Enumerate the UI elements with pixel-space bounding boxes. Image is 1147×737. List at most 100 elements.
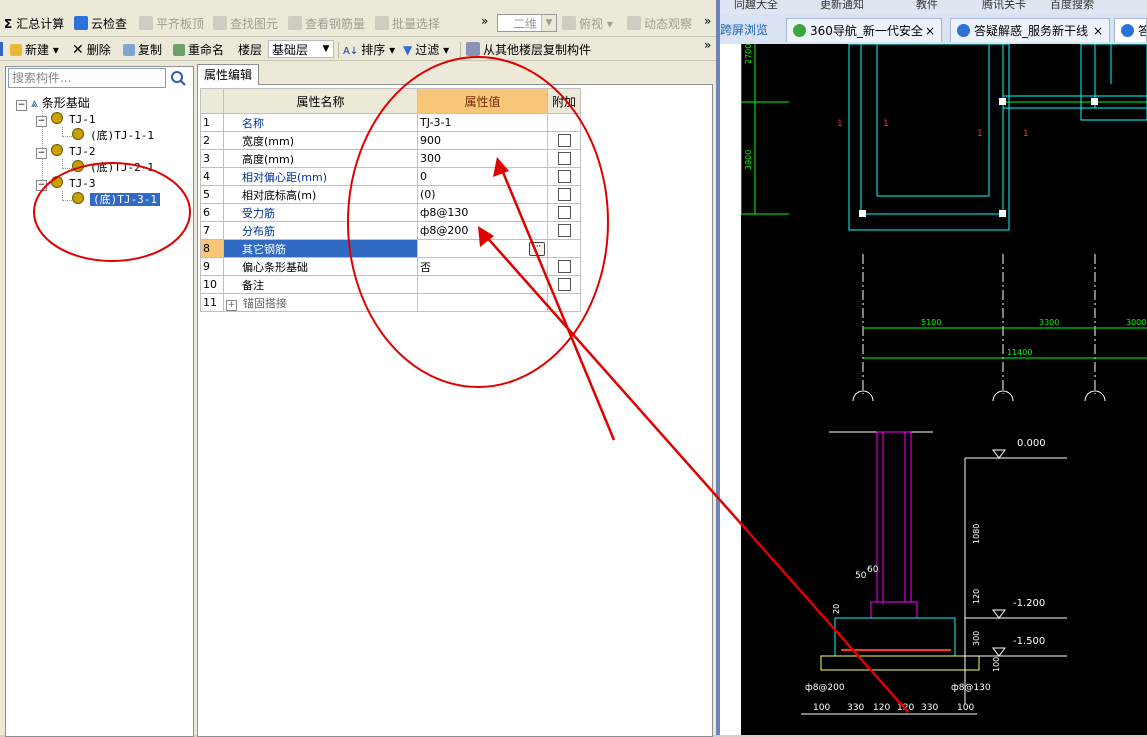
bookmark-item[interactable]: 同趣大全 bbox=[734, 0, 778, 12]
dynamic-observe-button[interactable]: 动态观察 bbox=[627, 15, 692, 33]
gear-icon bbox=[51, 112, 63, 124]
property-value[interactable]: ф8@200 bbox=[417, 221, 548, 240]
tree-line bbox=[62, 168, 72, 169]
bookmark-item[interactable]: 腾讯关卡 bbox=[982, 0, 1026, 12]
software-window: Σ 汇总计算 云检查 平齐板顶 查找图元 查看钢筋量 批量选择 » 二维 ▼ 俯视 … bbox=[0, 0, 716, 737]
close-icon[interactable]: × bbox=[925, 19, 935, 42]
extra-checkbox[interactable] bbox=[557, 134, 571, 148]
binoculars-icon bbox=[213, 16, 227, 30]
tree-child-tj3-1[interactable]: (底)TJ-3-1 bbox=[72, 192, 160, 208]
tree-line bbox=[62, 127, 63, 136]
tree-line bbox=[62, 191, 63, 200]
collapse-icon[interactable]: − bbox=[36, 148, 47, 159]
table-row[interactable]: 10 备注 bbox=[200, 275, 581, 294]
tree-child-tj2-1[interactable]: (底)TJ-2-1 bbox=[72, 160, 154, 176]
table-row-selected[interactable]: 8 其它钢筋 ··· bbox=[200, 239, 581, 258]
find-element-label: 查找图元 bbox=[230, 17, 279, 31]
copy-from-floor-button[interactable]: 从其他楼层复制构件 bbox=[466, 41, 591, 59]
browser-tab-active[interactable]: 答 bbox=[1114, 18, 1147, 42]
property-value[interactable]: (0) bbox=[417, 185, 548, 204]
browser-tab-answers[interactable]: 答疑解惑_服务新干线 × bbox=[950, 18, 1110, 42]
tree-child-tj1-1[interactable]: (底)TJ-1-1 bbox=[72, 128, 154, 144]
copy-from-floor-label: 从其他楼层复制构件 bbox=[483, 43, 592, 57]
toolbar2-overflow-button[interactable]: » bbox=[704, 36, 711, 54]
extra-checkbox[interactable] bbox=[557, 278, 571, 292]
tree-item-tj1[interactable]: − TJ-1 bbox=[36, 112, 96, 128]
new-button[interactable]: 新建 ▾ bbox=[10, 41, 59, 59]
cross-screen-browse-button[interactable]: 跨屏浏览 bbox=[720, 18, 782, 42]
property-value[interactable] bbox=[417, 293, 548, 312]
extra-checkbox[interactable] bbox=[557, 188, 571, 202]
table-row[interactable]: 9 偏心条形基础 否 bbox=[200, 257, 581, 276]
browser-tab-label: 答疑解惑_服务新干线 bbox=[974, 24, 1089, 38]
property-value[interactable]: 300 bbox=[417, 149, 548, 168]
table-row[interactable]: 1 名称 TJ-3-1 bbox=[200, 113, 581, 132]
property-value[interactable]: 否 bbox=[417, 257, 548, 276]
bookmark-item[interactable]: 教件 bbox=[916, 0, 938, 12]
dim-label: 20 bbox=[832, 604, 841, 614]
page-margin bbox=[720, 44, 741, 735]
property-value[interactable]: TJ-3-1 bbox=[417, 113, 548, 132]
property-value[interactable]: ф8@130 bbox=[417, 203, 548, 222]
copy-button[interactable]: 复制 bbox=[123, 41, 162, 59]
gear-icon bbox=[72, 160, 84, 172]
ellipsis-button[interactable]: ··· bbox=[529, 241, 545, 256]
tree-item-tj2[interactable]: − TJ-2 bbox=[36, 144, 96, 160]
level-slab-button[interactable]: 平齐板顶 bbox=[139, 15, 204, 33]
collapse-icon[interactable]: − bbox=[36, 180, 47, 191]
floor-select[interactable]: 基础层 ▼ bbox=[268, 40, 334, 58]
extra-cell bbox=[547, 185, 581, 204]
toolbar-main: Σ 汇总计算 云检查 平齐板顶 查找图元 查看钢筋量 批量选择 » 二维 ▼ 俯视 … bbox=[0, 12, 716, 37]
property-value[interactable] bbox=[417, 275, 548, 294]
view-mode-select[interactable]: 二维 ▼ bbox=[497, 14, 557, 32]
table-row[interactable]: 3 高度(mm) 300 bbox=[200, 149, 581, 168]
property-name: 锚固搭接 bbox=[243, 296, 287, 310]
bookmark-item[interactable]: 更新通知 bbox=[820, 0, 864, 12]
property-name-group[interactable]: + 锚固搭接 bbox=[223, 293, 418, 312]
batch-select-button[interactable]: 批量选择 bbox=[375, 15, 440, 33]
browser-tab-360[interactable]: 360导航_新一代安全 × bbox=[786, 18, 942, 42]
collapse-icon[interactable]: − bbox=[36, 116, 47, 127]
find-element-button[interactable]: 查找图元 bbox=[213, 15, 278, 33]
filter-button[interactable]: ▼ 过滤 ▾ bbox=[403, 41, 449, 59]
table-row[interactable]: 6 受力筋 ф8@130 bbox=[200, 203, 581, 222]
table-row[interactable]: 5 相对底标高(m) (0) bbox=[200, 185, 581, 204]
property-value[interactable]: 900 bbox=[417, 131, 548, 150]
axis-bubble bbox=[1084, 390, 1106, 402]
top-view-button[interactable]: 俯视 ▾ bbox=[562, 15, 613, 33]
tree-item-tj3[interactable]: − TJ-3 bbox=[36, 176, 96, 192]
view-rebar-button[interactable]: 查看钢筋量 bbox=[288, 15, 365, 33]
expand-icon[interactable]: + bbox=[226, 299, 237, 311]
rename-button[interactable]: 重命名 bbox=[173, 41, 224, 59]
bookmark-item[interactable]: 百度搜索 bbox=[1050, 0, 1094, 12]
column-mark bbox=[999, 210, 1006, 217]
close-icon[interactable]: × bbox=[1093, 19, 1103, 42]
extra-checkbox[interactable] bbox=[557, 206, 571, 220]
table-row[interactable]: 11 + 锚固搭接 bbox=[200, 293, 581, 312]
tab-property-edit[interactable]: 属性编辑 bbox=[197, 64, 259, 85]
dim-label: 11400 bbox=[1007, 348, 1032, 357]
table-row[interactable]: 4 相对偏心距(mm) 0 bbox=[200, 167, 581, 186]
extra-checkbox[interactable] bbox=[557, 224, 571, 238]
tree-root[interactable]: − ⩓ 条形基础 bbox=[16, 95, 90, 111]
extra-checkbox[interactable] bbox=[557, 260, 571, 274]
extra-checkbox[interactable] bbox=[557, 152, 571, 166]
table-row[interactable]: 2 宽度(mm) 900 bbox=[200, 131, 581, 150]
elev-symbol bbox=[992, 647, 1006, 657]
floor-value: 基础层 bbox=[272, 43, 309, 57]
search-input[interactable]: 搜索构件... bbox=[8, 68, 166, 88]
property-value-editor[interactable]: ··· bbox=[417, 239, 548, 258]
batch-select-label: 批量选择 bbox=[392, 17, 441, 31]
extra-checkbox[interactable] bbox=[557, 170, 571, 184]
collapse-icon[interactable]: − bbox=[16, 100, 27, 111]
toolbar1-overflow-button[interactable]: » bbox=[481, 12, 488, 30]
cloud-check-button[interactable]: 云检查 bbox=[74, 15, 127, 33]
property-name: 名称 bbox=[223, 113, 418, 132]
delete-button[interactable]: ✕ 删除 bbox=[72, 41, 111, 59]
property-value[interactable]: 0 bbox=[417, 167, 548, 186]
search-button[interactable] bbox=[168, 68, 188, 88]
table-row[interactable]: 7 分布筋 ф8@200 bbox=[200, 221, 581, 240]
sum-button[interactable]: Σ 汇总计算 bbox=[4, 15, 64, 33]
toolbar1-overflow-right[interactable]: » bbox=[704, 12, 711, 30]
sort-button[interactable]: A↓ 排序 ▾ bbox=[343, 41, 395, 59]
